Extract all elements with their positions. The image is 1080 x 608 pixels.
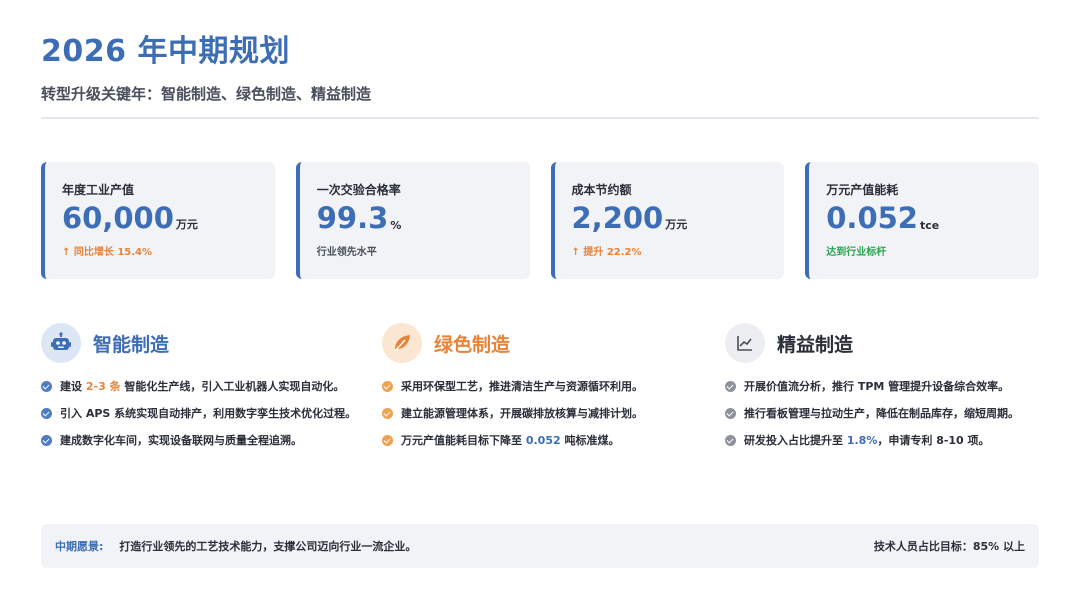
item-text: 建设: [60, 380, 86, 393]
check-circle-icon: [382, 381, 393, 392]
kpi-unit: %: [390, 219, 402, 232]
column-title: 智能制造: [93, 333, 170, 356]
footer-text: 打造行业领先的工艺技术能力，支撑公司迈向行业一流企业。: [119, 540, 417, 553]
list-item: 建设 2-3 条 智能化生产线，引入工业机器人实现自动化。: [41, 378, 361, 395]
chart-line-icon: [725, 323, 765, 363]
kpi-label: 万元产值能耗: [826, 183, 899, 197]
header-divider: [41, 117, 1039, 119]
list-item: 引入 APS 系统实现自动排产，利用数字孪生技术优化过程。: [41, 405, 361, 422]
kpi-value: 0.052: [826, 201, 918, 235]
kpi-value: 60,000: [62, 201, 174, 235]
item-text: ，申请专利 8-10 项。: [877, 434, 990, 447]
vision-footer: 中期愿景: 打造行业领先的工艺技术能力，支撑公司迈向行业一流企业。 技术人员占比…: [41, 524, 1039, 568]
item-text: 研发投入占比提升至: [744, 434, 847, 447]
kpi-note: ↑ 提升 22.2%: [571, 247, 642, 258]
column-green: 绿色制造 采用环保型工艺，推进清洁生产与资源循环利用。 建立能源管理体系，开展碳…: [382, 322, 702, 459]
footer-label: 中期愿景:: [55, 540, 104, 553]
item-text: 引入 APS 系统实现自动排产，利用数字孪生技术优化过程。: [60, 407, 357, 420]
check-circle-icon: [725, 435, 736, 446]
kpi-label: 成本节约额: [571, 183, 632, 197]
item-text: 开展价值流分析，推行 TPM 管理提升设备综合效率。: [744, 380, 1010, 393]
kpi-card-pass-rate: 一次交验合格率 99.3 % 行业领先水平: [295, 162, 530, 279]
check-circle-icon: [41, 381, 52, 392]
kpi-card-cost-saving: 成本节约额 2,200 万元 ↑ 提升 22.2%: [550, 162, 785, 279]
kpi-unit: tce: [919, 219, 940, 232]
kpi-value: 2,200: [571, 201, 664, 235]
column-title: 精益制造: [777, 333, 854, 356]
item-text: 吨标准煤。: [560, 434, 620, 447]
item-text: 推行看板管理与拉动生产，降低在制品库存，缩短周期。: [744, 407, 1019, 420]
list-item: 开展价值流分析，推行 TPM 管理提升设备综合效率。: [725, 378, 1039, 395]
leaf-icon: [382, 323, 422, 363]
footer-target: 技术人员占比目标：85% 以上: [873, 540, 1025, 553]
list-item: 采用环保型工艺，推进清洁生产与资源循环利用。: [382, 378, 702, 395]
column-smart: 智能制造 建设 2-3 条 智能化生产线，引入工业机器人实现自动化。 引入 AP…: [41, 322, 361, 459]
item-text: 万元产值能耗目标下降至: [401, 434, 526, 447]
kpi-unit: 万元: [175, 218, 198, 231]
kpi-unit: 万元: [665, 218, 688, 231]
list-item: 研发投入占比提升至 1.8%，申请专利 8-10 项。: [725, 432, 1039, 449]
kpi-card-output: 年度工业产值 60,000 万元 ↑ 同比增长 15.4%: [41, 162, 275, 279]
kpi-card-energy: 万元产值能耗 0.052 tce 达到行业标杆: [805, 162, 1039, 279]
item-highlight: 0.052: [525, 434, 561, 447]
check-circle-icon: [41, 408, 52, 419]
item-text: 采用环保型工艺，推进清洁生产与资源循环利用。: [401, 380, 643, 393]
check-circle-icon: [41, 435, 52, 446]
item-text: 建立能源管理体系，开展碳排放核算与减排计划。: [401, 407, 643, 420]
check-circle-icon: [382, 435, 393, 446]
column-list: 开展价值流分析，推行 TPM 管理提升设备综合效率。 推行看板管理与拉动生产，降…: [725, 378, 1039, 449]
list-item: 推行看板管理与拉动生产，降低在制品库存，缩短周期。: [725, 405, 1039, 422]
item-text: 建成数字化车间，实现设备联网与质量全程追溯。: [60, 434, 302, 447]
page-header: 2026 年中期规划 转型升级关键年：智能制造、绿色制造、精益制造: [41, 30, 1039, 106]
kpi-row: 年度工业产值 60,000 万元 ↑ 同比增长 15.4% 一次交验合格率 99…: [41, 162, 1039, 279]
kpi-note: 达到行业标杆: [826, 247, 887, 258]
item-highlight: 2-3 条: [85, 380, 121, 393]
column-lean: 精益制造 开展价值流分析，推行 TPM 管理提升设备综合效率。 推行看板管理与拉…: [725, 322, 1039, 459]
kpi-note: ↑ 同比增长 15.4%: [62, 247, 153, 258]
item-text: 智能化生产线，引入工业机器人实现自动化。: [120, 380, 345, 393]
column-list: 采用环保型工艺，推进清洁生产与资源循环利用。 建立能源管理体系，开展碳排放核算与…: [382, 378, 702, 449]
robot-icon: [41, 323, 81, 363]
column-list: 建设 2-3 条 智能化生产线，引入工业机器人实现自动化。 引入 APS 系统实…: [41, 378, 361, 449]
check-circle-icon: [725, 408, 736, 419]
kpi-label: 一次交验合格率: [316, 183, 401, 197]
page-title: 2026 年中期规划: [41, 34, 290, 69]
page-subtitle: 转型升级关键年：智能制造、绿色制造、精益制造: [41, 85, 372, 103]
list-item: 万元产值能耗目标下降至 0.052 吨标准煤。: [382, 432, 702, 449]
list-item: 建立能源管理体系，开展碳排放核算与减排计划。: [382, 405, 702, 422]
item-highlight: 1.8%: [846, 434, 878, 447]
list-item: 建成数字化车间，实现设备联网与质量全程追溯。: [41, 432, 361, 449]
kpi-label: 年度工业产值: [62, 183, 135, 197]
kpi-value: 99.3: [316, 201, 389, 235]
check-circle-icon: [725, 381, 736, 392]
strategy-columns: 智能制造 建设 2-3 条 智能化生产线，引入工业机器人实现自动化。 引入 AP…: [41, 322, 1039, 492]
kpi-note: 行业领先水平: [316, 247, 377, 258]
check-circle-icon: [382, 408, 393, 419]
column-title: 绿色制造: [434, 333, 511, 356]
